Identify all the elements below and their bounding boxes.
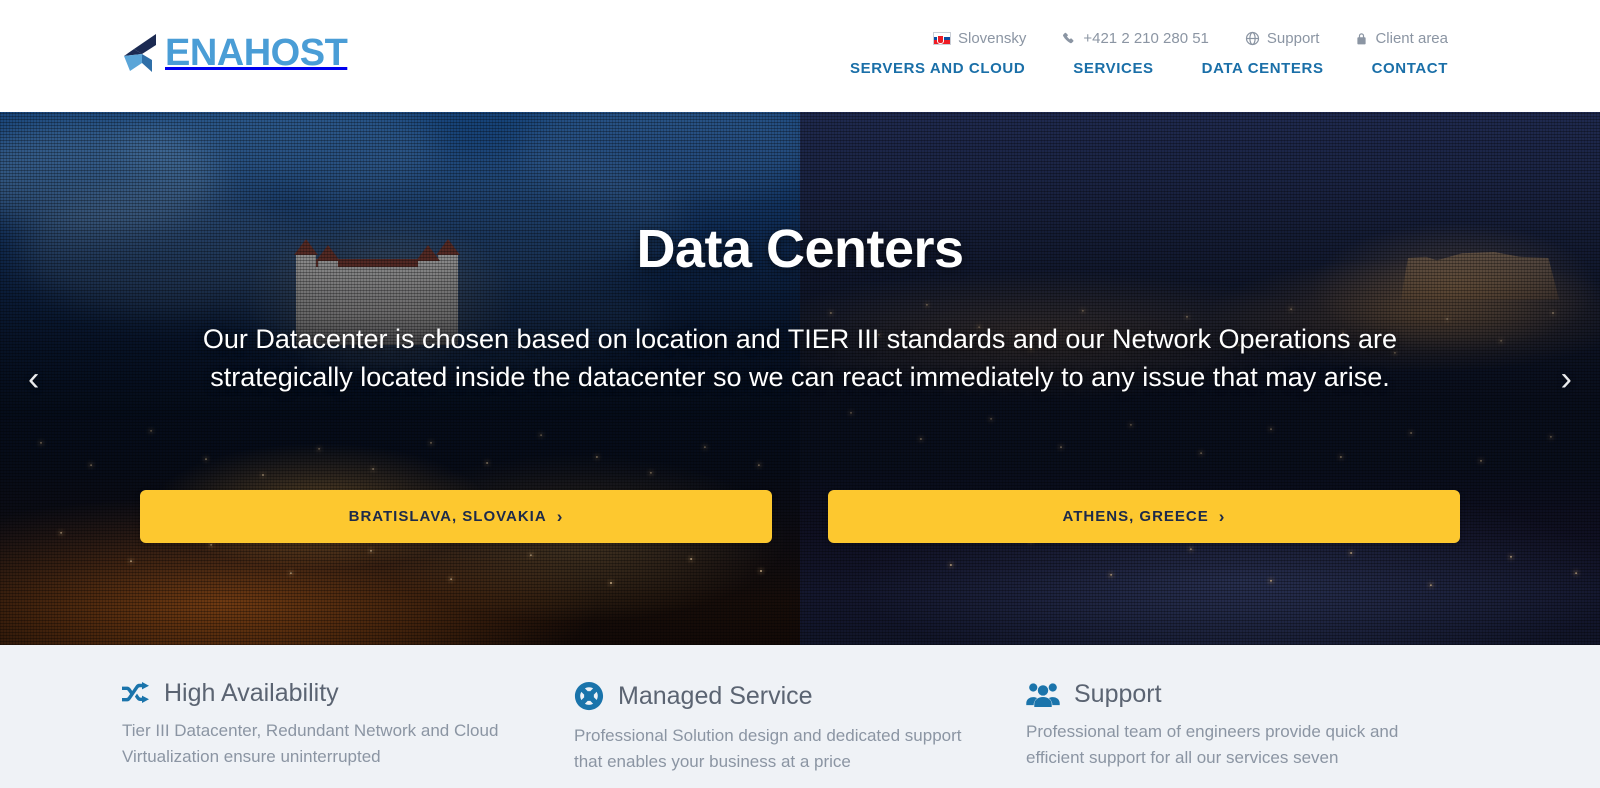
- lifebuoy-icon: [574, 681, 604, 711]
- phone-label: +421 2 210 280 51: [1083, 30, 1209, 47]
- feature-title: Support: [1074, 679, 1162, 708]
- client-area-link[interactable]: Client area: [1355, 30, 1448, 47]
- hero-title: Data Centers: [636, 219, 964, 279]
- feature-high-availability: High Availability Tier III Datacenter, R…: [122, 681, 574, 788]
- feature-managed-service: Managed Service Professional Solution de…: [574, 681, 1026, 788]
- nav-item-data-centers[interactable]: DATA CENTERS: [1202, 60, 1324, 77]
- site-header: ENAHOST Slovensky +421 2 210 280 51 Supp…: [0, 0, 1600, 112]
- feature-title: Managed Service: [618, 681, 813, 710]
- slovak-flag-icon: [932, 32, 951, 45]
- utility-nav: Slovensky +421 2 210 280 51 Support Clie…: [932, 30, 1448, 47]
- nav-item-contact[interactable]: CONTACT: [1372, 60, 1448, 77]
- main-nav: SERVERS AND CLOUD SERVICES DATA CENTERS …: [850, 60, 1448, 77]
- hero-content: Data Centers Our Datacenter is chosen ba…: [0, 112, 1600, 645]
- nav-item-servers-and-cloud[interactable]: SERVERS AND CLOUD: [850, 60, 1025, 77]
- hero-subtitle: Our Datacenter is chosen based on locati…: [202, 324, 1398, 392]
- client-area-label: Client area: [1375, 30, 1448, 47]
- enahost-mark-icon: [122, 32, 156, 74]
- people-group-icon: [1026, 681, 1060, 707]
- support-label: Support: [1266, 30, 1320, 47]
- feature-header: Managed Service: [574, 681, 1026, 711]
- shuffle-icon: [122, 681, 150, 706]
- feature-support: Support Professional team of engineers p…: [1026, 681, 1478, 788]
- feature-header: High Availability: [122, 681, 574, 706]
- hero-carousel: ‹ › Data Centers Our Datacenter is chose…: [0, 112, 1600, 645]
- feature-description: Professional Solution design and dedicat…: [574, 726, 962, 772]
- phone-link[interactable]: +421 2 210 280 51: [1062, 30, 1209, 47]
- feature-description: Professional team of engineers provide q…: [1026, 722, 1399, 768]
- carousel-prev-arrow-icon[interactable]: ‹: [18, 356, 49, 402]
- language-switcher[interactable]: Slovensky: [932, 30, 1027, 47]
- globe-icon: [1245, 31, 1260, 46]
- logo-wordmark: ENAHOST: [165, 32, 348, 74]
- support-link[interactable]: Support: [1245, 30, 1320, 47]
- carousel-next-arrow-icon[interactable]: ›: [1551, 356, 1582, 402]
- feature-description: Tier III Datacenter, Redundant Network a…: [122, 721, 499, 767]
- feature-header: Support: [1026, 681, 1478, 707]
- site-logo[interactable]: ENAHOST: [122, 32, 348, 74]
- phone-icon: [1062, 32, 1076, 46]
- language-label: Slovensky: [957, 30, 1027, 47]
- nav-item-services[interactable]: SERVICES: [1073, 60, 1153, 77]
- feature-title: High Availability: [164, 679, 339, 707]
- lock-icon: [1355, 32, 1368, 46]
- features-section: High Availability Tier III Datacenter, R…: [0, 645, 1600, 788]
